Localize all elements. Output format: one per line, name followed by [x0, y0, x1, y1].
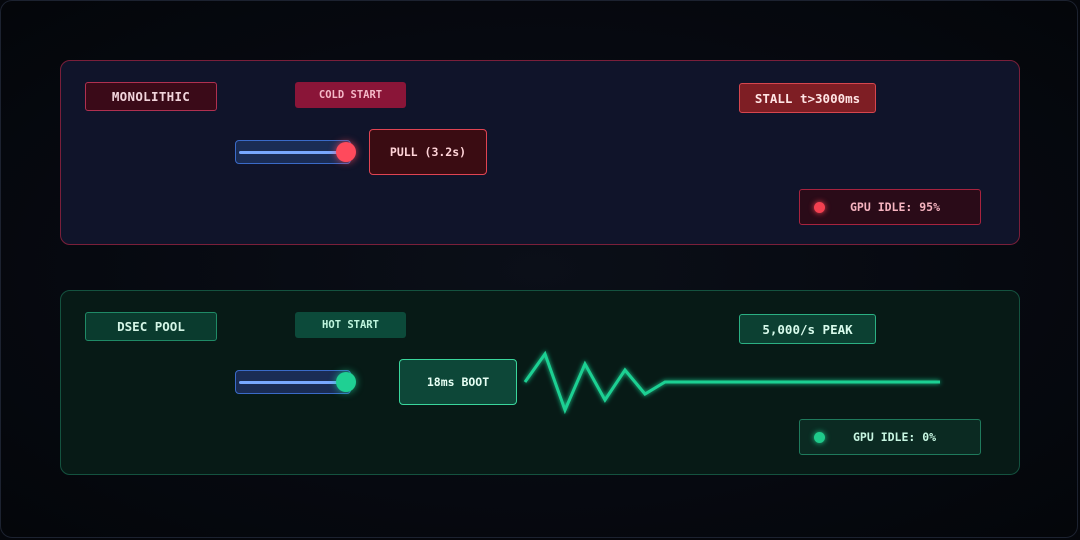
monolithic-progress-knob — [336, 142, 356, 162]
waveform-line — [523, 350, 940, 415]
dsec-pool-label: DSEC POOL — [85, 312, 217, 341]
boot-box: 18ms BOOT — [399, 359, 517, 405]
monolithic-gpu-idle: GPU IDLE: 95% — [799, 189, 981, 225]
throughput-waveform — [523, 350, 940, 415]
monolithic-progress-fill — [239, 151, 347, 154]
monolithic-gpu-idle-text: GPU IDLE: 95% — [850, 200, 941, 214]
monolithic-panel: MONOLITHIC COLD START STALL t>3000ms PUL… — [60, 60, 1020, 245]
pull-box: PULL (3.2s) — [369, 129, 487, 175]
monolithic-label: MONOLITHIC — [85, 82, 217, 111]
cold-start-badge: COLD START — [295, 82, 406, 108]
monolithic-progress-track — [235, 140, 351, 164]
stall-badge: STALL t>3000ms — [739, 83, 876, 113]
red-status-dot-icon — [814, 202, 825, 213]
dsec-gpu-idle: GPU IDLE: 0% — [799, 419, 981, 455]
hot-start-badge: HOT START — [295, 312, 406, 338]
dsec-gpu-idle-text: GPU IDLE: 0% — [853, 430, 937, 444]
dsec-progress-track — [235, 370, 351, 394]
green-status-dot-icon — [814, 432, 825, 443]
dsec-progress-fill — [239, 381, 347, 384]
dsec-progress-knob — [336, 372, 356, 392]
